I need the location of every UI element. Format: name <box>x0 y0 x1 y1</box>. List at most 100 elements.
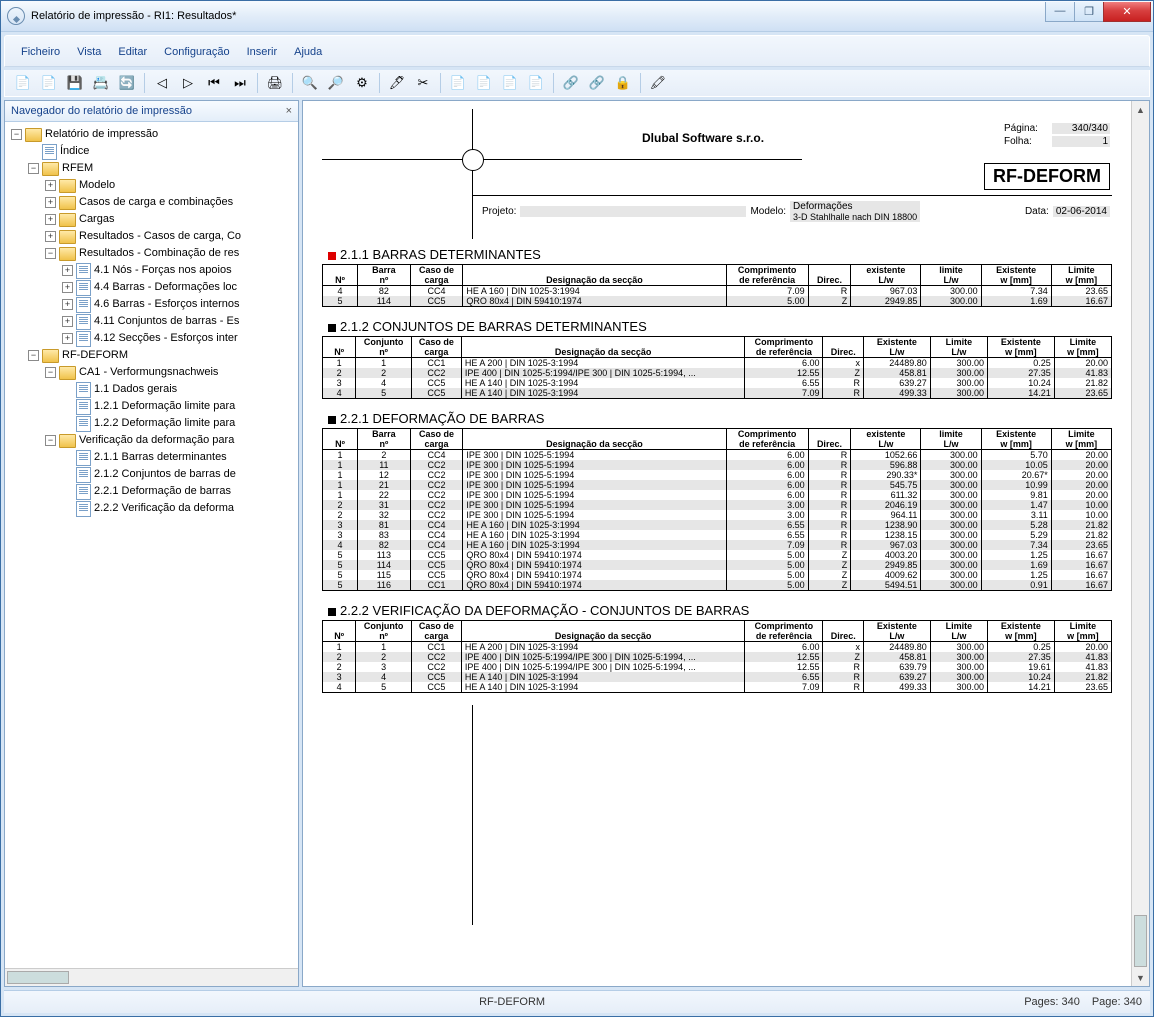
toolbar-btn-2[interactable]: 💾 <box>63 71 87 95</box>
toolbar-btn-29[interactable]: 🖍 <box>646 71 670 95</box>
tree-item[interactable]: +4.1 Nós - Forças nos apoios <box>62 262 296 279</box>
folder-icon <box>59 247 76 261</box>
table-row: 383CC4HE A 160 | DIN 1025-3:19946.55R123… <box>323 530 1112 540</box>
tree-toggle-icon[interactable]: − <box>45 435 56 446</box>
scroll-thumb[interactable] <box>7 971 69 984</box>
maximize-button[interactable]: ❐ <box>1074 2 1104 22</box>
tree-item[interactable]: +4.4 Barras - Deformações loc <box>62 279 296 296</box>
tree-label: 2.2.2 Verificação da deforma <box>94 500 234 517</box>
toolbar-btn-0[interactable]: 📄 <box>11 71 35 95</box>
tree-item[interactable]: Índice <box>28 143 296 160</box>
minimize-button[interactable]: — <box>1045 2 1075 22</box>
toolbar-btn-6[interactable]: ◁ <box>150 71 174 95</box>
tree-toggle-icon[interactable]: + <box>62 299 73 310</box>
tree-item[interactable]: +Casos de carga e combinações <box>45 194 296 211</box>
toolbar-btn-7[interactable]: ▷ <box>176 71 200 95</box>
tree-toggle-icon[interactable]: + <box>45 197 56 208</box>
menu-configuração[interactable]: Configuração <box>158 44 235 60</box>
tree-toggle-icon[interactable]: + <box>62 282 73 293</box>
menu-inserir[interactable]: Inserir <box>241 44 284 60</box>
navigator-tree[interactable]: −Relatório de impressãoÍndice−RFEM+Model… <box>5 122 298 968</box>
table-row: 232CC2IPE 300 | DIN 1025-5:19943.00R964.… <box>323 510 1112 520</box>
tree-toggle-icon[interactable]: + <box>62 265 73 276</box>
tree-toggle-icon[interactable]: + <box>62 333 73 344</box>
scroll-thumb[interactable] <box>1134 915 1147 967</box>
tree-item[interactable]: −Verificação da deformação para <box>45 432 296 449</box>
menu-ajuda[interactable]: Ajuda <box>288 44 328 60</box>
tree-item[interactable]: 1.2.1 Deformação limite para <box>62 398 296 415</box>
tree-item[interactable]: 2.1.2 Conjuntos de barras de <box>62 466 296 483</box>
tree-item[interactable]: −CA1 - Verformungsnachweis <box>45 364 296 381</box>
menu-ficheiro[interactable]: Ficheiro <box>15 44 66 60</box>
tree-item[interactable]: −RFEM <box>28 160 296 177</box>
report-vscroll[interactable]: ▲ ▼ <box>1131 101 1149 986</box>
tree-item[interactable]: 1.1 Dados gerais <box>62 381 296 398</box>
scroll-up-icon[interactable]: ▲ <box>1132 101 1149 118</box>
tree-label: 1.2.1 Deformação limite para <box>94 398 235 415</box>
toolbar-btn-17[interactable]: 🖊 <box>385 71 409 95</box>
table-row: 231CC2IPE 300 | DIN 1025-5:19943.00R2046… <box>323 500 1112 510</box>
toolbar-btn-3[interactable]: 📇 <box>89 71 113 95</box>
tree-item[interactable]: −Relatório de impressão <box>11 126 296 143</box>
toolbar-btn-23[interactable]: 📄 <box>524 71 548 95</box>
table-row: 11CC1HE A 200 | DIN 1025-3:19946.00x2448… <box>323 642 1112 653</box>
toolbar-btn-18[interactable]: ✂ <box>411 71 435 95</box>
tree-item[interactable]: +4.11 Conjuntos de barras - Es <box>62 313 296 330</box>
toolbar-btn-11[interactable]: 🖨 <box>263 71 287 95</box>
menu-vista[interactable]: Vista <box>71 44 107 60</box>
toolbar-btn-27[interactable]: 🔒 <box>611 71 635 95</box>
navigator-hscroll[interactable] <box>5 968 298 986</box>
close-button[interactable]: ✕ <box>1103 2 1151 22</box>
tree-toggle-icon[interactable]: + <box>45 180 56 191</box>
toolbar-btn-26[interactable]: 🔗 <box>585 71 609 95</box>
tree-toggle-icon[interactable]: − <box>45 248 56 259</box>
tree-label: 1.2.2 Deformação limite para <box>94 415 235 432</box>
tree-toggle-icon[interactable]: − <box>28 163 39 174</box>
data-table: BarraCaso deComprimentoexistentelimiteEx… <box>322 428 1112 591</box>
toolbar-btn-20[interactable]: 📄 <box>446 71 470 95</box>
navigator-close-icon[interactable]: × <box>286 105 292 117</box>
tree-toggle-icon[interactable]: + <box>45 214 56 225</box>
toolbar-btn-25[interactable]: 🔗 <box>559 71 583 95</box>
tree-toggle-icon[interactable]: − <box>11 129 22 140</box>
tree-item[interactable]: −Resultados - Combinação de res <box>45 245 296 262</box>
toolbar-btn-1[interactable]: 📄 <box>37 71 61 95</box>
toolbar-btn-13[interactable]: 🔍 <box>298 71 322 95</box>
tree-label: 4.12 Secções - Esforços inter <box>94 330 238 347</box>
tree-item[interactable]: 2.1.1 Barras determinantes <box>62 449 296 466</box>
toolbar-btn-9[interactable]: ⏭ <box>228 71 252 95</box>
table-row: 34CC5HE A 140 | DIN 1025-3:19946.55R639.… <box>323 378 1112 388</box>
tree-item[interactable]: +Modelo <box>45 177 296 194</box>
report-scroll-area[interactable]: Dlubal Software s.r.o. Página:340/340 Fo… <box>303 101 1131 986</box>
doc-icon <box>76 263 91 279</box>
tree-item[interactable]: 1.2.2 Deformação limite para <box>62 415 296 432</box>
tree-toggle-icon[interactable]: + <box>62 316 73 327</box>
tree-item[interactable]: +Resultados - Casos de carga, Co <box>45 228 296 245</box>
tree-label: RF-DEFORM <box>62 347 128 364</box>
toolbar-btn-21[interactable]: 📄 <box>472 71 496 95</box>
table-row: 112CC2IPE 300 | DIN 1025-5:19946.00R290.… <box>323 470 1112 480</box>
tree-toggle-icon[interactable]: − <box>45 367 56 378</box>
table-row: 111CC2IPE 300 | DIN 1025-5:19946.00R596.… <box>323 460 1112 470</box>
toolbar-btn-15[interactable]: ⚙ <box>350 71 374 95</box>
table-row: 34CC5HE A 140 | DIN 1025-3:19946.55R639.… <box>323 672 1112 682</box>
tree-item[interactable]: 2.2.2 Verificação da deforma <box>62 500 296 517</box>
tree-item[interactable]: − RF-DEFORM <box>28 347 296 364</box>
tree-item[interactable]: +4.6 Barras - Esforços internos <box>62 296 296 313</box>
tree-item[interactable]: +Cargas <box>45 211 296 228</box>
tree-item[interactable]: +4.12 Secções - Esforços inter <box>62 330 296 347</box>
navigator-panel: Navegador do relatório de impressão × −R… <box>4 100 299 987</box>
toolbar-btn-14[interactable]: 🔎 <box>324 71 348 95</box>
toolbar-btn-22[interactable]: 📄 <box>498 71 522 95</box>
title-bar[interactable]: Relatório de impressão - RI1: Resultados… <box>1 1 1153 32</box>
toolbar-btn-4[interactable]: 🔄 <box>115 71 139 95</box>
doc-icon <box>76 331 91 347</box>
date-label: Data: <box>1025 206 1049 217</box>
tree-label: 1.1 Dados gerais <box>94 381 177 398</box>
tree-item[interactable]: 2.2.1 Deformação de barras <box>62 483 296 500</box>
tree-toggle-icon[interactable]: − <box>28 350 39 361</box>
tree-toggle-icon[interactable]: + <box>45 231 56 242</box>
menu-editar[interactable]: Editar <box>112 44 153 60</box>
scroll-down-icon[interactable]: ▼ <box>1132 969 1149 986</box>
toolbar-btn-8[interactable]: ⏮ <box>202 71 226 95</box>
